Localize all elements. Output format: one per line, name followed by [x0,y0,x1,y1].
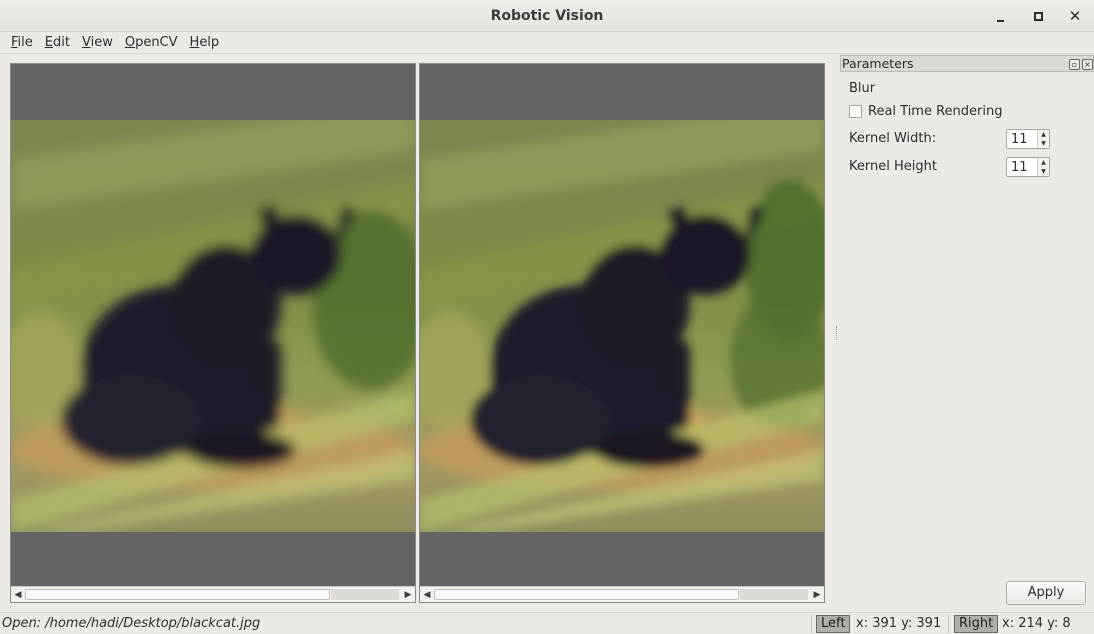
real-time-rendering-checkbox[interactable] [849,105,862,118]
close-button[interactable]: ✕ [1064,6,1086,26]
menu-opencv-label: penCV [135,35,178,50]
splitter-handle[interactable] [836,326,838,340]
dock-float-button[interactable]: ▫ [1069,59,1080,70]
scroll-left-icon[interactable]: ◀ [11,587,25,602]
menu-view-label: iew [90,35,113,50]
left-scroll-track[interactable] [331,589,399,600]
menu-opencv-mnemonic: O [124,35,136,50]
dock-close-button[interactable]: × [1082,59,1093,70]
menu-bar: File Edit View OpenCV Help [0,32,1094,54]
right-cat-image [420,120,824,532]
spin-down-icon[interactable]: ▼ [1038,167,1049,176]
dock-title-bar[interactable]: Parameters ▫ × [840,55,1094,72]
kernel-width-label: Kernel Width: [849,131,937,146]
menu-file[interactable]: File [5,35,39,50]
title-bar: Robotic Vision ✕ [0,0,1094,32]
menu-edit-label: dit [53,35,70,50]
kernel-width-value[interactable]: 11 [1011,132,1028,147]
real-time-rendering-option[interactable]: Real Time Rendering [849,104,1003,119]
status-separator [948,615,949,633]
scroll-right-icon[interactable]: ▶ [810,587,824,602]
menu-opencv[interactable]: OpenCV [119,35,184,50]
kernel-height-label: Kernel Height [849,159,937,174]
menu-help[interactable]: Help [184,35,226,50]
dock-title: Parameters [842,56,914,71]
maximize-button[interactable] [1027,6,1049,26]
kernel-height-spin-buttons: ▲ ▼ [1037,158,1049,176]
minimize-icon [996,19,1004,22]
spin-up-icon[interactable]: ▲ [1038,158,1049,167]
left-horizontal-scrollbar[interactable]: ◀ ▶ [11,586,415,602]
left-cat-image [11,120,415,532]
kernel-height-spinbox[interactable]: 11 ▲ ▼ [1006,157,1050,177]
menu-help-mnemonic: H [189,35,200,50]
spin-down-icon[interactable]: ▼ [1038,139,1049,148]
close-icon: × [1084,60,1091,69]
right-view-tag: Right [954,615,999,633]
kernel-width-row: Kernel Width: 11 ▲ ▼ [849,129,1050,149]
apply-button[interactable]: Apply [1006,581,1086,605]
minimize-button[interactable] [989,6,1011,26]
real-time-rendering-label: Real Time Rendering [868,104,1003,119]
close-icon: ✕ [1068,7,1082,25]
kernel-height-value[interactable]: 11 [1011,160,1028,175]
left-view-tag: Left [816,615,851,633]
parameters-dock: Parameters ▫ × Blur Real Time Rendering … [840,54,1094,610]
right-coordinates: x: 214 y: 8 [1002,616,1071,631]
menu-edit-mnemonic: E [44,35,53,50]
menu-edit[interactable]: Edit [39,35,76,50]
kernel-width-spinbox[interactable]: 11 ▲ ▼ [1006,129,1050,149]
kernel-width-spin-buttons: ▲ ▼ [1037,130,1049,148]
spin-up-icon[interactable]: ▲ [1038,130,1049,139]
window-title: Robotic Vision [490,8,604,24]
right-cat-picture [420,120,824,532]
right-scroll-track[interactable] [740,589,808,600]
left-scroll-thumb[interactable] [25,589,330,600]
kernel-height-row: Kernel Height 11 ▲ ▼ [849,157,1050,177]
scroll-left-icon[interactable]: ◀ [420,587,434,602]
status-separator [811,615,812,633]
left-coordinates: x: 391 y: 391 [856,616,942,631]
menu-help-label: elp [199,35,220,50]
scroll-right-icon[interactable]: ▶ [401,587,415,602]
left-image-viewer[interactable]: ◀ ▶ [10,63,416,603]
status-message: Open: /home/hadi/Desktop/blackcat.jpg [2,616,261,631]
menu-view-mnemonic: V [81,35,91,50]
status-bar: Open: /home/hadi/Desktop/blackcat.jpg Le… [0,612,1094,634]
menu-file-label: ile [17,35,33,50]
menu-view[interactable]: View [76,35,119,50]
right-image-viewer[interactable]: ◀ ▶ [419,63,825,603]
operation-label: Blur [849,81,876,96]
right-horizontal-scrollbar[interactable]: ◀ ▶ [420,586,824,602]
left-cat-picture [11,120,415,532]
maximize-icon [1033,11,1043,21]
right-scroll-thumb[interactable] [434,589,739,600]
float-icon: ▫ [1071,60,1078,69]
